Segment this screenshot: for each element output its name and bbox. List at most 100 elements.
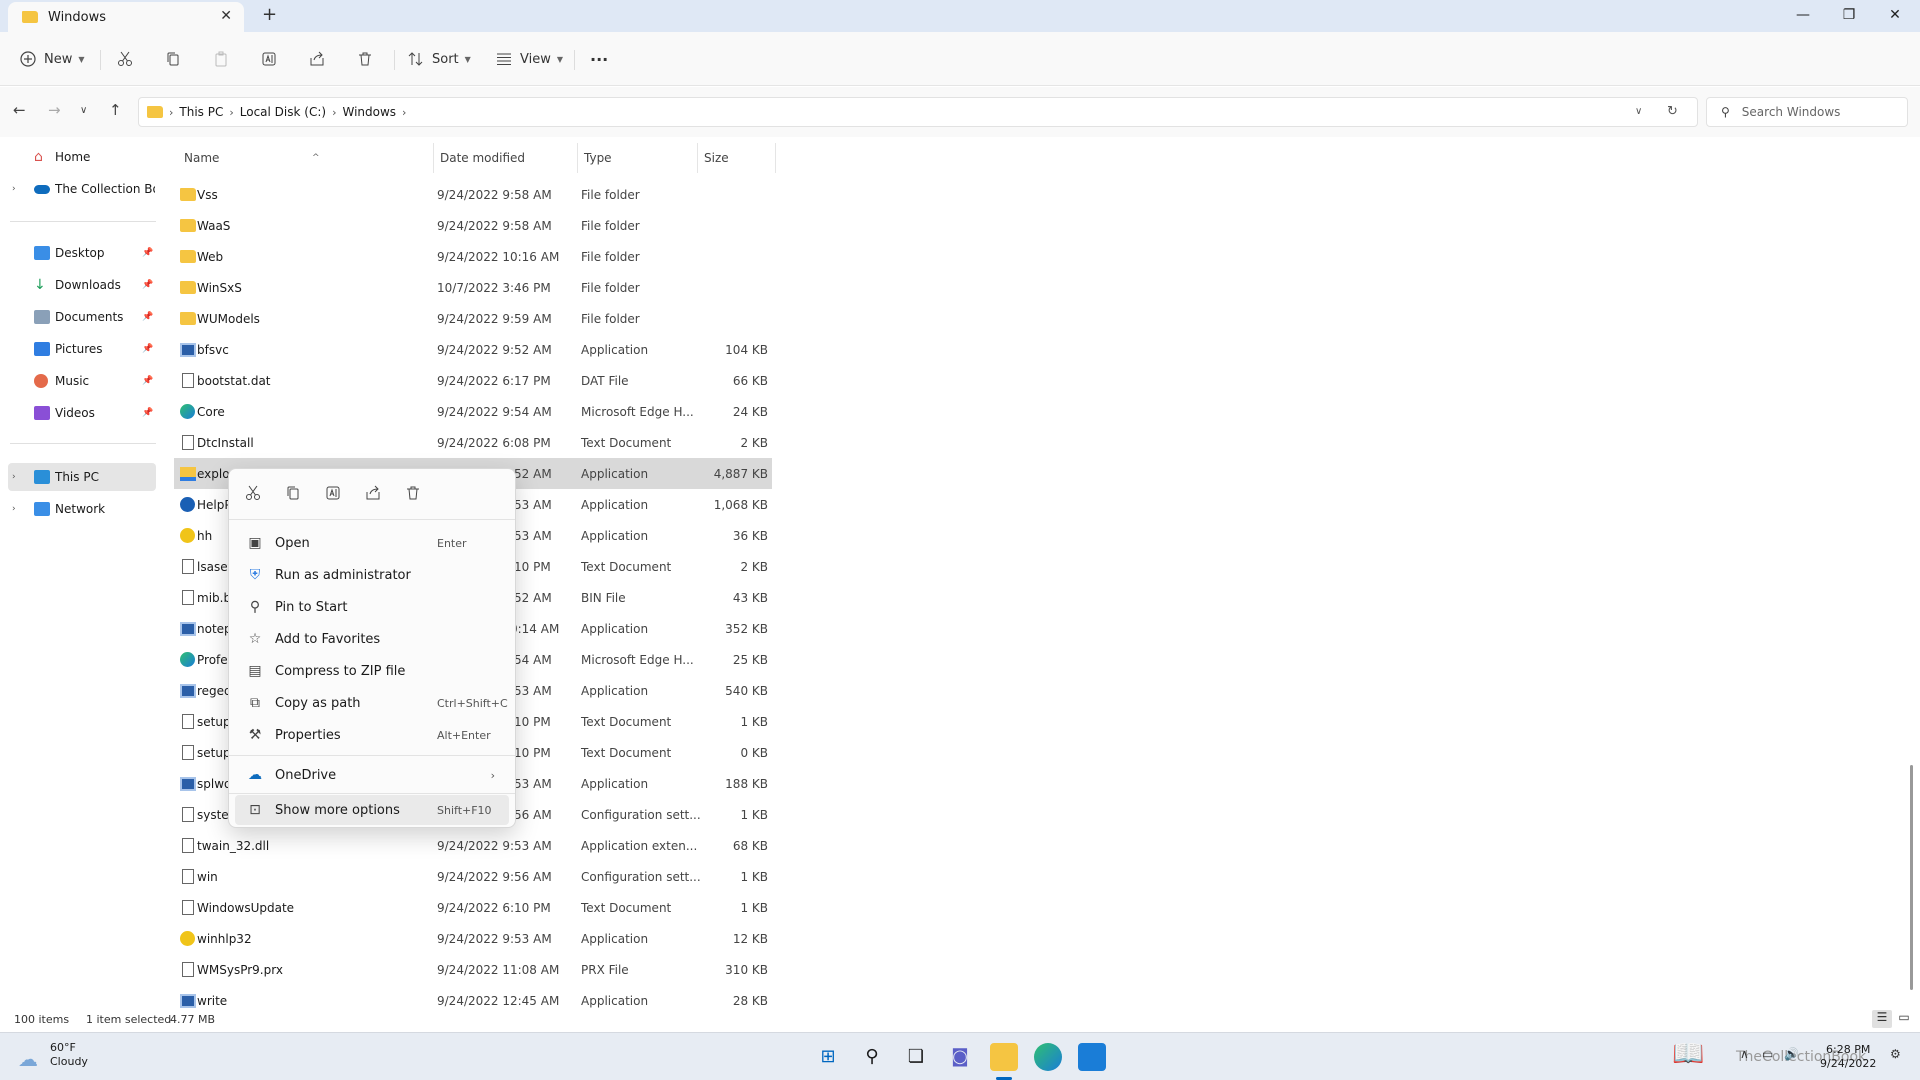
copy-button[interactable]	[165, 44, 181, 74]
clock-time[interactable]: 6:28 PM	[1826, 1043, 1870, 1056]
store-icon[interactable]	[1078, 1043, 1106, 1071]
pin-icon[interactable]: 📌	[142, 344, 153, 354]
close-button[interactable]: ✕	[1872, 0, 1918, 32]
sidebar-item-desktop[interactable]: Desktop 📌	[0, 239, 158, 267]
table-row[interactable]: DtcInstall 9/24/2022 6:08 PM Text Document…	[174, 427, 772, 458]
maximize-button[interactable]: ❐	[1826, 0, 1872, 32]
notification-icon[interactable]: ⚙	[1890, 1047, 1901, 1061]
table-row[interactable]: win 9/24/2022 9:56 AM Configuration sett..…	[174, 861, 772, 892]
table-row[interactable]: WMSysPr9.prx 9/24/2022 11:08 AM PRX File 31…	[174, 954, 772, 985]
ctx-pin-to-start[interactable]: ⚲ Pin to Start	[235, 591, 509, 623]
column-header-size[interactable]: Size	[698, 143, 776, 173]
search-taskbar-icon[interactable]: ⚲	[858, 1043, 886, 1071]
search-input[interactable]: ⚲ Search Windows	[1706, 97, 1908, 127]
table-row[interactable]: Core 9/24/2022 9:54 AM Microsoft Edge H...…	[174, 396, 772, 427]
file-type: Microsoft Edge H...	[581, 652, 694, 667]
expand-chevron-icon[interactable]: ›	[12, 472, 16, 482]
pin-icon[interactable]: 📌	[142, 312, 153, 322]
table-row[interactable]: Vss 9/24/2022 9:58 AM File folder	[174, 179, 772, 210]
ctx-open[interactable]: ▣ Open Enter	[235, 527, 509, 559]
sidebar-item-home[interactable]: ⌂ Home	[0, 143, 158, 171]
pin-icon[interactable]: 📌	[142, 280, 153, 290]
scissors-icon	[118, 51, 132, 66]
sidebar-item-network[interactable]: › Network	[0, 495, 158, 523]
tab-windows[interactable]: Windows ✕	[8, 2, 244, 32]
vertical-scrollbar[interactable]	[1910, 765, 1913, 990]
address-dropdown-icon[interactable]: ∨	[1635, 106, 1642, 117]
sidebar-item-music[interactable]: Music 📌	[0, 367, 158, 395]
clock-date[interactable]: 9/24/2022	[1820, 1057, 1876, 1070]
paste-button[interactable]	[213, 44, 229, 74]
new-button[interactable]: New ▼	[20, 44, 85, 74]
table-row[interactable]: bootstat.dat 9/24/2022 6:17 PM DAT File 66 …	[174, 365, 772, 396]
tray-chevron-icon[interactable]: ∧	[1740, 1047, 1749, 1061]
table-row[interactable]: winhlp32 9/24/2022 9:53 AM Application 12 K…	[174, 923, 772, 954]
up-arrow-icon[interactable]: ↑	[109, 101, 122, 119]
refresh-icon[interactable]: ↻	[1667, 104, 1678, 119]
address-bar[interactable]: › This PC › Local Disk (C:) › Windows › …	[138, 97, 1698, 127]
expand-chevron-icon[interactable]: ›	[12, 184, 16, 194]
table-row[interactable]: WindowsUpdate 9/24/2022 6:10 PM Text Docum…	[174, 892, 772, 923]
back-arrow-icon[interactable]: ←	[13, 101, 26, 119]
pin-icon[interactable]: 📌	[142, 376, 153, 386]
breadcrumb-windows[interactable]: Windows	[342, 105, 396, 119]
network-tray-icon[interactable]: ▭	[1762, 1047, 1773, 1061]
sidebar-item-this-pc[interactable]: › This PC	[8, 463, 156, 491]
sort-button[interactable]: Sort ▼	[408, 44, 471, 74]
cut-button[interactable]	[117, 44, 133, 74]
sidebar-item-pictures[interactable]: Pictures 📌	[0, 335, 158, 363]
share-button[interactable]	[309, 44, 325, 74]
rename-button[interactable]	[261, 44, 277, 74]
recent-locations-chevron-icon[interactable]: ∨	[80, 105, 87, 116]
ctx-rename-button[interactable]	[321, 485, 345, 509]
edge-icon[interactable]	[1034, 1043, 1062, 1071]
table-row[interactable]: twain_32.dll 9/24/2022 9:53 AM Application…	[174, 830, 772, 861]
ctx-share-button[interactable]	[361, 485, 385, 509]
sidebar-item-documents[interactable]: Documents 📌	[0, 303, 158, 331]
breadcrumb-this-pc[interactable]: This PC	[179, 105, 223, 119]
volume-icon[interactable]: 🔊	[1784, 1047, 1799, 1061]
table-row[interactable]: Web 9/24/2022 10:16 AM File folder	[174, 241, 772, 272]
tab-close-icon[interactable]: ✕	[220, 8, 232, 24]
sidebar-item-onedrive[interactable]: › The Collection Boo	[0, 175, 158, 203]
pin-icon[interactable]: 📌	[142, 408, 153, 418]
forward-arrow-icon[interactable]: →	[48, 101, 61, 119]
date-modified: 9/24/2022 6:08 PM	[437, 435, 551, 450]
file-explorer-taskbar-icon[interactable]	[990, 1043, 1018, 1071]
tiles-view-icon[interactable]: ▭	[1894, 1010, 1914, 1028]
new-tab-button[interactable]: +	[262, 4, 277, 25]
pin-icon[interactable]: 📌	[142, 248, 153, 258]
edge-document-icon	[180, 404, 195, 419]
ctx-copy-as-path[interactable]: ⧉ Copy as path Ctrl+Shift+C	[235, 687, 509, 719]
minimize-button[interactable]: —	[1780, 0, 1826, 32]
ctx-show-more-options[interactable]: ⊡ Show more options Shift+F10	[235, 795, 509, 825]
details-view-icon[interactable]: ☰	[1872, 1010, 1892, 1028]
view-button[interactable]: View ▼	[496, 44, 563, 74]
column-header-type[interactable]: Type	[578, 143, 698, 173]
chat-icon[interactable]: ◙	[946, 1043, 974, 1071]
ctx-add-favorites[interactable]: ☆ Add to Favorites	[235, 623, 509, 655]
start-button[interactable]: ⊞	[814, 1043, 842, 1071]
task-view-icon[interactable]: ❏	[902, 1043, 930, 1071]
table-row[interactable]: WaaS 9/24/2022 9:58 AM File folder	[174, 210, 772, 241]
column-header-name[interactable]: Name ^	[178, 143, 434, 173]
view-label: View	[520, 51, 551, 67]
delete-button[interactable]	[357, 44, 373, 74]
expand-chevron-icon[interactable]: ›	[12, 504, 16, 514]
table-row[interactable]: WinSxS 10/7/2022 3:46 PM File folder	[174, 272, 772, 303]
sidebar-item-videos[interactable]: Videos 📌	[0, 399, 158, 427]
column-header-date[interactable]: Date modified	[434, 143, 578, 173]
more-options-button[interactable]: ···	[590, 44, 608, 74]
ctx-copy-button[interactable]	[281, 485, 305, 509]
ctx-compress-zip[interactable]: ▤ Compress to ZIP file	[235, 655, 509, 687]
breadcrumb-local-disk[interactable]: Local Disk (C:)	[240, 105, 326, 119]
ctx-run-as-admin[interactable]: ⛨ Run as administrator	[235, 559, 509, 591]
ctx-properties[interactable]: ⚒ Properties Alt+Enter	[235, 719, 509, 751]
table-row[interactable]: bfsvc 9/24/2022 9:52 AM Application 104 KB	[174, 334, 772, 365]
table-row[interactable]: WUModels 9/24/2022 9:59 AM File folder	[174, 303, 772, 334]
ctx-cut-button[interactable]	[241, 485, 265, 509]
date-modified: 9/24/2022 9:52 AM	[437, 342, 552, 357]
ctx-onedrive[interactable]: ☁ OneDrive ›	[235, 759, 509, 791]
sidebar-item-downloads[interactable]: ↓ Downloads 📌	[0, 271, 158, 299]
ctx-delete-button[interactable]	[401, 485, 425, 509]
